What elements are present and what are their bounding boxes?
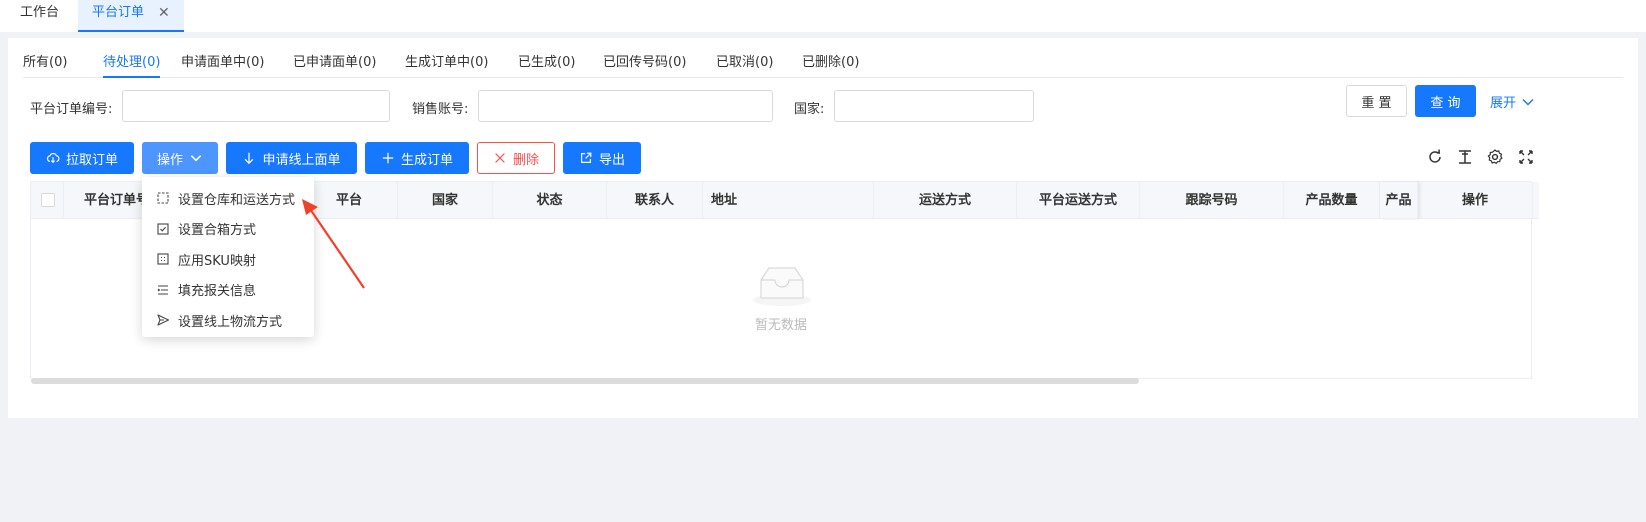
close-icon [495,153,505,163]
menu-item-set-online-logistics[interactable]: 设置线上物流方式 [142,305,314,336]
page-tab-workbench[interactable]: 工作台 [0,0,78,32]
tab-label-applied[interactable]: 已申请面单(0) [293,51,376,70]
close-icon[interactable]: ✕ [158,0,170,26]
order-no-input[interactable] [122,90,390,122]
chevron-down-icon [190,155,202,162]
tab-cancelled[interactable]: 已取消(0) [716,51,773,70]
empty-text: 暂无数据 [754,318,807,333]
gear-icon[interactable] [1486,148,1504,166]
select-all-cell [31,182,64,219]
apply-online-label-button[interactable]: 申请线上面单 [226,142,357,174]
order-no-label: 平台订单编号: [30,102,113,117]
country-select[interactable] [834,90,1034,122]
operations-label: 操作 [156,152,183,168]
dashed-square-icon [157,192,169,204]
pull-orders-label: 拉取订单 [65,152,118,168]
menu-item-label: 填充报关信息 [178,284,257,300]
tab-all[interactable]: 所有(0) [23,51,67,70]
menu-item-label: 应用SKU映射 [178,253,256,269]
empty-inbox-icon [753,267,811,306]
select-all-checkbox[interactable] [41,193,55,207]
column-header[interactable]: 产品数量 [1284,182,1380,219]
reset-button[interactable]: 重 置 [1346,85,1407,117]
tab-deleted[interactable]: 已删除(0) [802,51,859,70]
menu-item-fill-customs-info[interactable]: 填充报关信息 [142,275,314,306]
page-tab-label: 工作台 [20,5,60,20]
plus-icon [382,152,394,164]
grid-square-icon [157,253,169,265]
delete-button[interactable]: 删除 [477,142,555,174]
horizontal-scrollbar[interactable] [31,378,1139,384]
expand-link[interactable]: 展开 [1490,92,1534,111]
menu-item-label: 设置合箱方式 [178,223,257,239]
arrow-down-icon [245,152,254,165]
column-header[interactable]: 国家 [398,182,493,219]
tab-number-returned[interactable]: 已回传号码(0) [603,51,686,70]
generate-order-button[interactable]: 生成订单 [365,142,469,174]
checkbox-icon [157,223,169,235]
page-tab-bar: 工作台 平台订单 ✕ [0,0,1646,32]
column-header[interactable]: 运送方式 [874,182,1017,219]
operations-menu: 设置仓库和运送方式 设置合箱方式 应用SKU映射 填充报关信息 设置线上物流方式 [142,177,314,337]
sales-account-label: 销售账号: [412,102,469,117]
export-icon [581,152,592,163]
column-header[interactable]: 操作 [1418,182,1533,219]
export-button[interactable]: 导出 [563,142,641,174]
generate-order-label: 生成订单 [400,152,453,168]
column-height-icon[interactable] [1456,148,1474,166]
menu-item-apply-sku-mapping[interactable]: 应用SKU映射 [142,244,314,275]
status-tabs: 所有(0) 待处理(0) 申请面单中(0) 已申请面单(0) 生成订单中(0) … [23,46,1623,78]
sales-account-select[interactable] [478,90,773,122]
delete-label: 删除 [512,152,539,168]
cloud-download-icon [46,152,60,164]
send-icon [157,314,170,326]
tab-generating-order[interactable]: 生成订单中(0) [405,51,488,70]
country-label: 国家: [794,102,825,117]
refresh-icon[interactable] [1426,148,1444,166]
query-button[interactable]: 查 询 [1415,85,1476,117]
chevron-down-icon [1522,98,1534,105]
page-tab-platform-orders[interactable]: 平台订单 ✕ [78,0,184,32]
tab-pending[interactable]: 待处理(0) [103,51,160,70]
column-header[interactable]: 状态 [493,182,607,219]
export-label: 导出 [598,152,625,168]
query-button-label: 查 询 [1430,95,1461,111]
column-header[interactable]: 平台运送方式 [1017,182,1140,219]
column-header[interactable]: 地址 [703,182,874,219]
page-tab-label: 平台订单 [92,5,145,20]
column-header[interactable]: 产品 [1380,182,1418,219]
pull-orders-button[interactable]: 拉取订单 [30,142,134,174]
menu-item-set-combine-box[interactable]: 设置合箱方式 [142,214,314,245]
operations-dropdown-button[interactable]: 操作 [142,142,218,174]
column-header[interactable]: 联系人 [607,182,703,219]
list-icon [157,285,168,295]
active-tab-underline [103,76,160,78]
column-header[interactable]: 跟踪号码 [1140,182,1284,219]
menu-item-label: 设置线上物流方式 [178,314,283,330]
tab-applying-label[interactable]: 申请面单中(0) [181,51,264,70]
menu-item-set-warehouse-shipping[interactable]: 设置仓库和运送方式 [142,183,314,214]
annotation-arrow-icon [302,199,365,289]
apply-label-text: 申请线上面单 [262,152,341,168]
tab-generated[interactable]: 已生成(0) [518,51,575,70]
menu-item-label: 设置仓库和运送方式 [178,192,296,208]
reset-button-label: 重 置 [1361,95,1392,111]
expand-label: 展开 [1490,96,1517,111]
fullscreen-icon[interactable] [1517,148,1535,166]
